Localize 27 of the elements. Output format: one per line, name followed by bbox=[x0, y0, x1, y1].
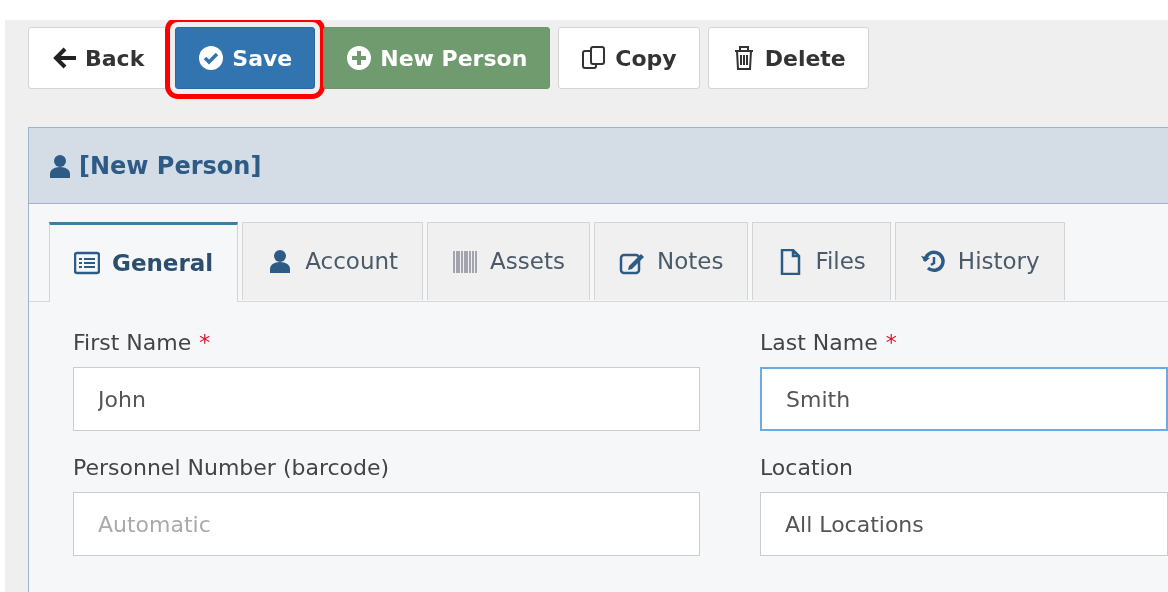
input-field[interactable]: Smith bbox=[760, 367, 1168, 431]
field-label: Last Name bbox=[760, 330, 878, 355]
tab[interactable]: Files bbox=[752, 222, 891, 300]
tab[interactable]: Notes bbox=[593, 222, 749, 300]
arrow-left-icon bbox=[51, 45, 77, 71]
panel-title: [New Person] bbox=[79, 150, 262, 182]
history-icon bbox=[919, 248, 946, 275]
tab[interactable]: General bbox=[49, 222, 239, 302]
copy-icon bbox=[581, 45, 608, 71]
required-marker: * bbox=[885, 330, 897, 355]
person-icon bbox=[49, 153, 71, 178]
field-label: First Name bbox=[73, 330, 192, 355]
required-marker: * bbox=[199, 330, 211, 355]
list-icon bbox=[74, 250, 100, 277]
input-field[interactable]: All Locations bbox=[760, 492, 1168, 556]
input-field[interactable]: Automatic bbox=[73, 492, 700, 556]
plus-circle-icon bbox=[346, 45, 373, 71]
tab[interactable]: History bbox=[894, 222, 1065, 300]
copy-button[interactable]: Copy bbox=[558, 27, 700, 89]
field-label: Location bbox=[760, 454, 855, 482]
tab[interactable]: Account bbox=[242, 222, 424, 300]
field-label: Personnel Number (barcode) bbox=[73, 454, 391, 482]
barcode-icon bbox=[452, 248, 479, 275]
delete-button[interactable]: Delete bbox=[707, 27, 869, 89]
back-button[interactable]: Back bbox=[28, 27, 168, 89]
check-circle-icon bbox=[198, 45, 225, 71]
tab[interactable]: Assets bbox=[427, 222, 590, 300]
